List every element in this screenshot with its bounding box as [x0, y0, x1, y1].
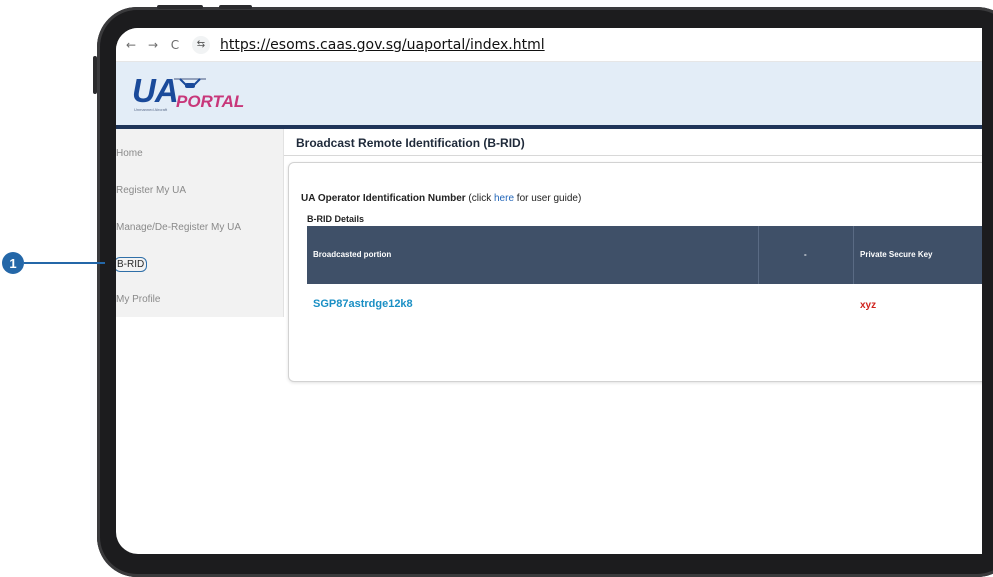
column-header-dash: - — [804, 250, 807, 259]
logo-portal-text: PORTAL — [176, 92, 245, 111]
brid-details-label: B-RID Details — [307, 214, 365, 224]
site-settings-icon[interactable]: ⇆ — [192, 35, 210, 54]
tablet-side-button — [93, 56, 97, 94]
sidebar-item-register-ua[interactable]: Register My UA — [116, 185, 186, 196]
logo-ua-text: UA — [132, 72, 179, 109]
portal-header: UA PORTAL Unmanned Aircraft — [116, 62, 982, 129]
sidebar-item-b-rid[interactable]: B-RID — [116, 257, 148, 272]
brid-details-card: UA Operator Identification Number (click… — [288, 162, 982, 382]
column-header-private-key: Private Secure Key — [860, 250, 933, 259]
forward-arrow-icon[interactable]: → — [144, 38, 162, 52]
broadcasted-portion-value: SGP87astrdge12k8 — [313, 298, 413, 310]
logo-subtitle: Unmanned Aircraft — [134, 107, 168, 112]
sidebar-item-home[interactable]: Home — [116, 148, 143, 159]
page-title: Broadcast Remote Identification (B-RID) — [296, 136, 525, 150]
column-divider — [758, 226, 759, 284]
ua-portal-logo[interactable]: UA PORTAL Unmanned Aircraft — [132, 72, 277, 117]
tablet-top-button-2 — [219, 5, 252, 9]
tablet-top-button — [157, 5, 203, 9]
address-bar-url[interactable]: https://esoms.caas.gov.sg/uaportal/index… — [220, 37, 545, 53]
brid-table-header: Broadcasted portion - Private Secure Key — [307, 226, 982, 284]
guide-suffix: for user guide) — [514, 193, 582, 204]
tablet-screen: ← → C ⇆ https://esoms.caas.gov.sg/uaport… — [116, 28, 982, 554]
reload-icon[interactable]: C — [166, 38, 184, 52]
sidebar-item-my-profile[interactable]: My Profile — [116, 294, 160, 305]
back-arrow-icon[interactable]: ← — [122, 38, 140, 52]
operator-id-label: UA Operator Identification Number — [301, 193, 466, 204]
private-secure-key-value: xyz — [860, 300, 877, 311]
user-guide-link[interactable]: here — [494, 193, 514, 204]
guide-prefix: (click — [465, 193, 494, 204]
browser-toolbar: ← → C ⇆ https://esoms.caas.gov.sg/uaport… — [116, 28, 982, 62]
operator-id-line: UA Operator Identification Number (click… — [301, 193, 581, 204]
callout-pointer-line — [24, 262, 105, 264]
sidebar-nav: Home Register My UA Manage/De-Register M… — [116, 129, 284, 317]
column-divider — [853, 226, 854, 284]
content-header: Broadcast Remote Identification (B-RID) — [284, 129, 982, 156]
callout-number-badge: 1 — [2, 252, 24, 274]
sidebar-item-manage-ua[interactable]: Manage/De-Register My UA — [116, 222, 241, 233]
column-header-broadcasted: Broadcasted portion — [313, 250, 392, 259]
